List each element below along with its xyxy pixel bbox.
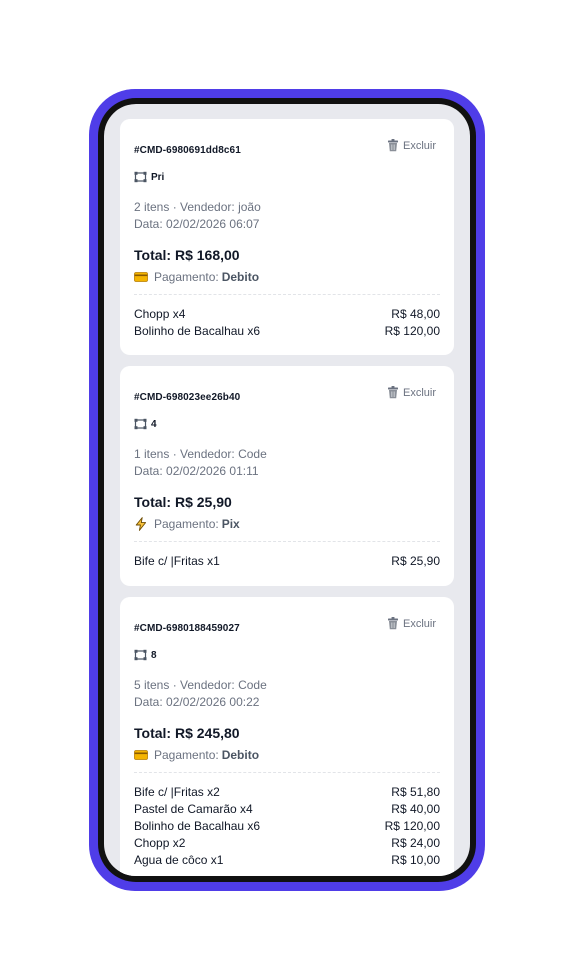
table-label: Pri [151, 171, 165, 183]
order-list: #CMD-6980691dd8c61 Excluir Pri 2 itens ·… [104, 104, 470, 876]
item-name: Chopp x4 [134, 307, 186, 321]
item-name: Chopp x2 [134, 836, 186, 850]
phone-screen: #CMD-6980691dd8c61 Excluir Pri 2 itens ·… [104, 104, 470, 876]
phone-bezel: #CMD-6980691dd8c61 Excluir Pri 2 itens ·… [98, 98, 476, 882]
payment-label: Pagamento: [154, 748, 219, 762]
delete-label: Excluir [402, 617, 436, 630]
order-meta: 2 itens · Vendedor: joão Data: 02/02/202… [134, 199, 440, 233]
item-price: R$ 51,80 [391, 785, 440, 799]
list-item: Agua de côco x1 R$ 10,00 [134, 852, 440, 869]
item-price: R$ 120,00 [384, 819, 440, 833]
table-icon [134, 649, 147, 661]
payment-row: Pagamento: Debito [134, 269, 440, 285]
order-card: #CMD-6980691dd8c61 Excluir Pri 2 itens ·… [120, 119, 454, 355]
order-meta: 5 itens · Vendedor: Code Data: 02/02/202… [134, 677, 440, 711]
card-icon [134, 272, 148, 282]
item-price: R$ 25,90 [391, 554, 440, 568]
order-meta: 1 itens · Vendedor: Code Data: 02/02/202… [134, 446, 440, 480]
delete-order-button[interactable]: Excluir [387, 617, 436, 630]
order-date: Data: 02/02/2026 06:07 [134, 217, 260, 231]
list-item: Bife c/ |Fritas x2 R$ 51,80 [134, 784, 440, 801]
order-card: #CMD-6980188459027 Excluir 8 5 itens · V… [120, 597, 454, 876]
item-price: R$ 24,00 [391, 836, 440, 850]
list-item: Bolinho de Bacalhau x6 R$ 120,00 [134, 818, 440, 835]
order-total: Total: R$ 168,00 [134, 247, 240, 263]
order-date: Data: 02/02/2026 01:11 [134, 464, 259, 478]
item-name: Bolinho de Bacalhau x6 [134, 324, 261, 338]
item-name: Bolinho de Bacalhau x6 [134, 819, 261, 833]
payment-method: Debito [221, 748, 260, 762]
order-total: Total: R$ 25,90 [134, 494, 232, 510]
payment-method: Pix [221, 517, 240, 531]
order-total: Total: R$ 245,80 [134, 725, 240, 741]
payment-row: Pagamento: Debito [134, 747, 440, 763]
order-id: #CMD-6980188459027 [134, 623, 240, 634]
list-item: Chopp x2 R$ 24,00 [134, 835, 440, 852]
payment-label: Pagamento: [154, 270, 219, 284]
order-card: #CMD-698023ee26b40 Excluir 4 1 itens · V… [120, 366, 454, 586]
trash-icon [387, 386, 398, 399]
item-name: Agua de côco x1 [134, 853, 224, 867]
list-item: Bife c/ |Fritas x1 R$ 25,90 [134, 553, 440, 570]
item-name: Bife c/ |Fritas x1 [134, 554, 220, 568]
item-name: Pastel de Camarão x4 [134, 802, 253, 816]
order-date: Data: 02/02/2026 00:22 [134, 695, 260, 709]
table-icon [134, 418, 147, 430]
order-id: #CMD-6980691dd8c61 [134, 145, 241, 156]
payment-label: Pagamento: [154, 517, 219, 531]
items-seller-line: 5 itens · Vendedor: Code [134, 678, 267, 692]
order-items: Bife c/ |Fritas x1 R$ 25,90 [134, 553, 440, 570]
card-icon [134, 750, 148, 760]
order-items: Chopp x4 R$ 48,00 Bolinho de Bacalhau x6… [134, 306, 440, 340]
delete-order-button[interactable]: Excluir [387, 139, 436, 152]
table-label: 8 [151, 649, 157, 661]
payment-row: Pagamento: Pix [134, 516, 440, 532]
order-table: 8 [134, 648, 440, 662]
divider [134, 772, 440, 773]
order-table: Pri [134, 170, 440, 184]
items-seller-line: 1 itens · Vendedor: Code [134, 447, 267, 461]
list-item: Chopp x4 R$ 48,00 [134, 306, 440, 323]
phone-frame: #CMD-6980691dd8c61 Excluir Pri 2 itens ·… [89, 89, 485, 891]
table-label: 4 [151, 418, 157, 430]
divider [134, 541, 440, 542]
items-seller-line: 2 itens · Vendedor: joão [134, 200, 261, 214]
delete-label: Excluir [402, 139, 436, 152]
divider [134, 294, 440, 295]
delete-label: Excluir [402, 386, 436, 399]
item-price: R$ 48,00 [391, 307, 440, 321]
item-price: R$ 10,00 [391, 853, 440, 867]
lightning-icon [135, 517, 147, 531]
order-table: 4 [134, 417, 440, 431]
list-item: Bolinho de Bacalhau x6 R$ 120,00 [134, 323, 440, 340]
order-items: Bife c/ |Fritas x2 R$ 51,80 Pastel de Ca… [134, 784, 440, 869]
trash-icon [387, 139, 398, 152]
table-icon [134, 171, 147, 183]
order-card-header: #CMD-6980188459027 Excluir [134, 597, 440, 637]
item-price: R$ 40,00 [391, 802, 440, 816]
payment-method: Debito [221, 270, 260, 284]
list-item: Pastel de Camarão x4 R$ 40,00 [134, 801, 440, 818]
order-card-header: #CMD-698023ee26b40 Excluir [134, 366, 440, 406]
trash-icon [387, 617, 398, 630]
order-id: #CMD-698023ee26b40 [134, 392, 241, 403]
order-card-header: #CMD-6980691dd8c61 Excluir [134, 119, 440, 159]
item-price: R$ 120,00 [384, 324, 440, 338]
delete-order-button[interactable]: Excluir [387, 386, 436, 399]
item-name: Bife c/ |Fritas x2 [134, 785, 220, 799]
